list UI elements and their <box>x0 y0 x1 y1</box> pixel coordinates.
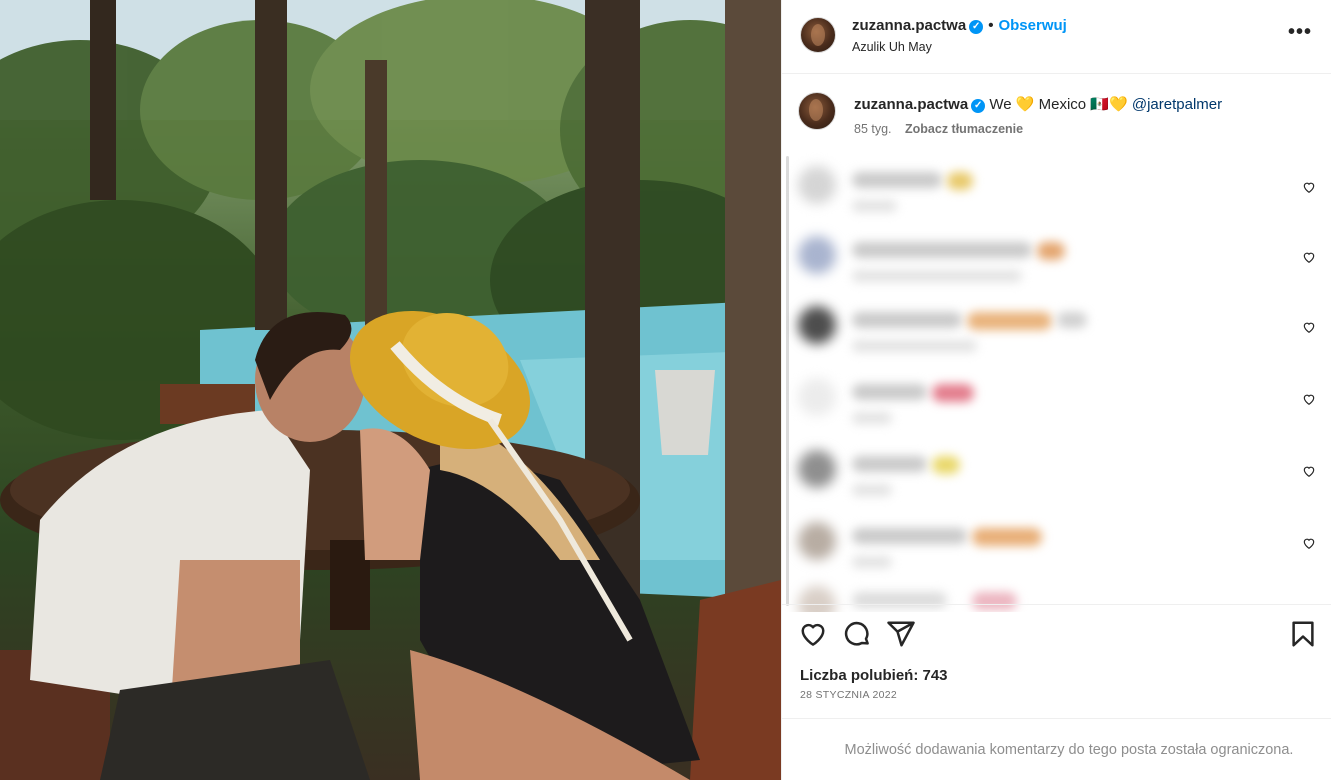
comment-avatar[interactable] <box>798 236 836 274</box>
comment-emoji-blurred <box>932 384 974 402</box>
yellow-heart-emoji-2: 💛 <box>1109 96 1128 113</box>
comment-item <box>782 230 1331 286</box>
comment-like-icon[interactable] <box>1302 320 1316 334</box>
heart-outline-icon[interactable] <box>798 619 828 649</box>
comment-emoji-blurred <box>967 312 1052 330</box>
caption-author-avatar[interactable] <box>798 92 836 130</box>
comment-item <box>782 300 1331 356</box>
comments-restricted-notice: Możliwość dodawania komentarzy do tego p… <box>782 718 1331 780</box>
comment-avatar[interactable] <box>798 378 836 416</box>
comment-item <box>782 160 1331 216</box>
post-caption: zuzanna.pactwa ✓ We 💛 Mexico 🇲🇽💛 @jaretpa… <box>782 86 1331 146</box>
comment-meta-blurred <box>852 412 892 424</box>
author-avatar[interactable] <box>800 17 836 53</box>
caption-word-mexico: Mexico <box>1038 96 1087 113</box>
verified-badge-icon: ✓ <box>971 99 986 113</box>
comment-text-blurred <box>852 384 927 400</box>
photo-illustration <box>0 0 781 780</box>
comment-item <box>782 372 1331 428</box>
comment-meta-blurred <box>852 200 897 212</box>
comment-text-blurred <box>852 312 962 328</box>
author-username[interactable]: zuzanna.pactwa <box>852 17 966 34</box>
bookmark-icon[interactable] <box>1288 619 1318 649</box>
comment-text-blurred <box>852 172 942 188</box>
follow-button[interactable]: Obserwuj <box>998 17 1066 34</box>
comment-meta-blurred <box>852 270 1022 282</box>
comments-list[interactable] <box>782 150 1331 612</box>
paper-plane-icon[interactable] <box>886 619 916 649</box>
comment-item <box>782 516 1331 572</box>
post-age: 85 tyg. <box>854 122 892 136</box>
comment-like-icon[interactable] <box>1302 464 1316 478</box>
separator-dot: • <box>988 17 994 34</box>
comment-emoji-blurred <box>947 172 973 190</box>
caption-text: zuzanna.pactwa ✓ We 💛 Mexico 🇲🇽💛 @jaretpa… <box>854 95 1222 113</box>
comment-avatar[interactable] <box>798 306 836 344</box>
mention-link[interactable]: @jaretpalmer <box>1132 96 1222 113</box>
comment-emoji-blurred <box>972 528 1042 546</box>
comment-meta-blurred <box>852 556 892 568</box>
comment-like-icon[interactable] <box>1302 392 1316 406</box>
comment-text-blurred <box>852 456 927 472</box>
post-actions: Liczba polubień: 743 28 STYCZNIA 2022 <box>782 604 1331 718</box>
comment-emoji-blurred <box>932 456 960 474</box>
verified-badge-icon: ✓ <box>969 20 984 34</box>
see-translation-button[interactable]: Zobacz tłumaczenie <box>905 122 1023 136</box>
comment-avatar[interactable] <box>798 166 836 204</box>
post-side-panel: zuzanna.pactwa ✓ • Obserwuj Azulik Uh May •… <box>781 0 1331 780</box>
comment-text-blurred <box>852 528 967 544</box>
comment-like-icon[interactable] <box>1302 180 1316 194</box>
caption-username[interactable]: zuzanna.pactwa <box>854 96 968 113</box>
post-date[interactable]: 28 STYCZNIA 2022 <box>800 689 897 701</box>
yellow-heart-emoji: 💛 <box>1015 96 1035 113</box>
post-header: zuzanna.pactwa ✓ • Obserwuj Azulik Uh May •… <box>782 0 1331 74</box>
post-photo[interactable] <box>0 0 781 780</box>
comment-emoji-blurred <box>1037 242 1065 260</box>
comment-meta-blurred <box>852 340 977 352</box>
comment-like-icon[interactable] <box>1302 536 1316 550</box>
comment-item <box>782 444 1331 500</box>
caption-word-we: We <box>989 96 1012 113</box>
likes-count[interactable]: Liczba polubień: 743 <box>800 667 948 684</box>
comment-avatar[interactable] <box>798 450 836 488</box>
speech-bubble-icon[interactable] <box>842 619 872 649</box>
comment-like-icon[interactable] <box>1302 250 1316 264</box>
more-options-icon[interactable]: ••• <box>1288 22 1312 42</box>
header-user-line: zuzanna.pactwa ✓ • Obserwuj <box>852 17 1067 34</box>
mexico-flag-emoji: 🇲🇽 <box>1090 96 1110 113</box>
comment-meta-blurred <box>852 484 892 496</box>
comment-avatar[interactable] <box>798 522 836 560</box>
comment-text-blurred <box>1057 312 1087 328</box>
caption-meta: 85 tyg. Zobacz tłumaczenie <box>854 122 1023 136</box>
comment-text-blurred <box>852 242 1032 258</box>
location-link[interactable]: Azulik Uh May <box>852 40 932 54</box>
